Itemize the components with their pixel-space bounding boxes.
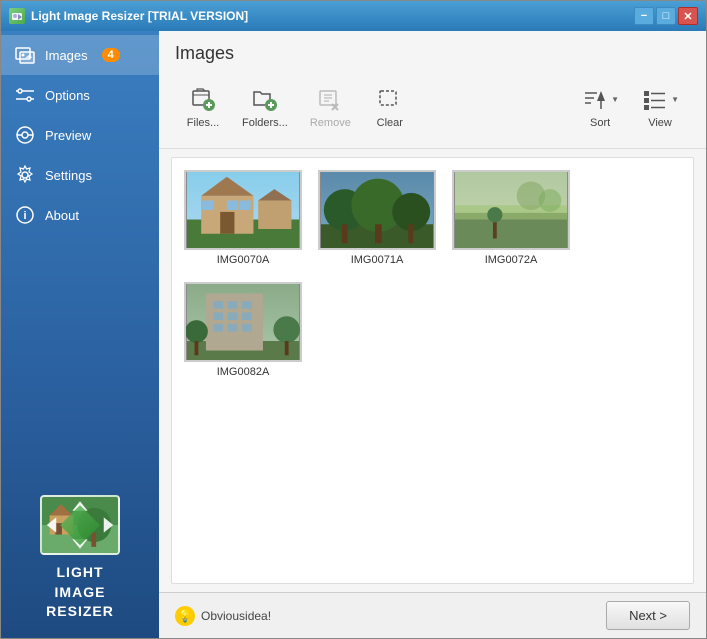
options-icon	[15, 85, 35, 105]
remove-label: Remove	[310, 117, 351, 129]
clear-button[interactable]: Clear	[362, 78, 418, 136]
images-badge: 4	[102, 48, 120, 62]
folders-icon	[251, 85, 279, 113]
image-thumb-0071a	[318, 170, 436, 250]
sort-icon	[581, 85, 609, 113]
folders-label: Folders...	[242, 117, 288, 129]
title-bar: Light Image Resizer [TRIAL VERSION] − □ …	[1, 1, 706, 31]
image-name-0071a: IMG0071A	[351, 254, 404, 266]
main-content: Images 4 Options	[1, 31, 706, 638]
image-thumb-0082a	[184, 282, 302, 362]
view-icon	[641, 85, 669, 113]
logo-graphic	[40, 495, 120, 555]
sort-button[interactable]: ▼ Sort	[570, 78, 630, 136]
next-button[interactable]: Next >	[606, 601, 690, 630]
window-controls: − □ ✕	[634, 7, 698, 25]
company-logo: 💡 Obviousidea!	[175, 606, 271, 626]
clear-label: Clear	[377, 117, 403, 129]
app-window: Light Image Resizer [TRIAL VERSION] − □ …	[0, 0, 707, 639]
image-thumb-0070a	[184, 170, 302, 250]
sidebar: Images 4 Options	[1, 31, 159, 638]
sidebar-item-about[interactable]: i About	[1, 195, 159, 235]
remove-icon	[316, 85, 344, 113]
image-name-0082a: IMG0082A	[217, 366, 270, 378]
list-item[interactable]: IMG0070A	[184, 170, 302, 266]
view-button[interactable]: ▼ View	[630, 78, 690, 136]
images-label: Images	[45, 48, 88, 63]
company-name: Obviousidea!	[201, 609, 271, 623]
settings-label: Settings	[45, 168, 92, 183]
close-button[interactable]: ✕	[678, 7, 698, 25]
about-label: About	[45, 208, 79, 223]
preview-icon	[15, 125, 35, 145]
panel-header: Images	[159, 31, 706, 149]
remove-button[interactable]: Remove	[299, 78, 362, 136]
preview-label: Preview	[45, 128, 91, 143]
panel-title: Images	[175, 43, 690, 64]
clear-icon	[376, 85, 404, 113]
bulb-icon: 💡	[175, 606, 195, 626]
files-button[interactable]: Files...	[175, 78, 231, 136]
list-item[interactable]: IMG0072A	[452, 170, 570, 266]
image-grid: IMG0070A	[184, 170, 681, 378]
view-label: View	[648, 117, 672, 129]
toolbar: Files... Folders...	[175, 74, 690, 140]
sidebar-bottom: LIGHTIMAGERESIZER	[1, 479, 159, 638]
sort-label: Sort	[590, 117, 610, 129]
list-item[interactable]: IMG0071A	[318, 170, 436, 266]
list-item[interactable]: IMG0082A	[184, 282, 302, 378]
folders-button[interactable]: Folders...	[231, 78, 299, 136]
right-panel: Images	[159, 31, 706, 638]
options-label: Options	[45, 88, 90, 103]
view-dropdown-arrow: ▼	[671, 95, 679, 104]
svg-text:i: i	[23, 210, 26, 222]
images-icon	[15, 45, 35, 65]
sidebar-item-options[interactable]: Options	[1, 75, 159, 115]
app-icon	[9, 8, 25, 24]
files-icon	[189, 85, 217, 113]
minimize-button[interactable]: −	[634, 7, 654, 25]
logo-text: LIGHTIMAGERESIZER	[46, 563, 114, 622]
sidebar-item-preview[interactable]: Preview	[1, 115, 159, 155]
image-name-0072a: IMG0072A	[485, 254, 538, 266]
window-title: Light Image Resizer [TRIAL VERSION]	[31, 9, 634, 23]
image-grid-area[interactable]: IMG0070A	[171, 157, 694, 584]
bottom-bar: 💡 Obviousidea! Next >	[159, 592, 706, 638]
image-thumb-0072a	[452, 170, 570, 250]
about-icon: i	[15, 205, 35, 225]
files-label: Files...	[187, 117, 219, 129]
sort-dropdown-arrow: ▼	[611, 95, 619, 104]
sidebar-item-images[interactable]: Images 4	[1, 35, 159, 75]
sidebar-item-settings[interactable]: Settings	[1, 155, 159, 195]
maximize-button[interactable]: □	[656, 7, 676, 25]
settings-icon	[15, 165, 35, 185]
image-name-0070a: IMG0070A	[217, 254, 270, 266]
